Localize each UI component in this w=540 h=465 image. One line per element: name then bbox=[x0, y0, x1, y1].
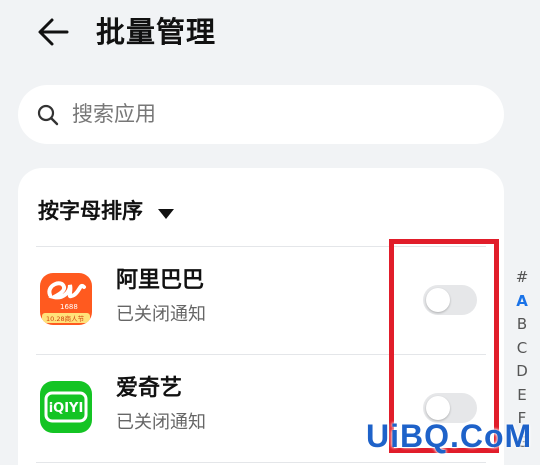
index-item[interactable]: B bbox=[509, 313, 535, 337]
index-item[interactable]: D bbox=[509, 360, 535, 384]
search-placeholder: 搜索应用 bbox=[72, 102, 156, 126]
index-item[interactable]: C bbox=[509, 337, 535, 361]
divider bbox=[36, 462, 486, 463]
app-status: 已关闭通知 bbox=[116, 304, 206, 325]
back-arrow-icon[interactable] bbox=[36, 14, 72, 50]
alibaba-icon-text-bottom: 10.28商人节 bbox=[46, 314, 85, 323]
app-name: 阿里巴巴 bbox=[116, 268, 205, 293]
watermark: UiBQ.CoM bbox=[366, 418, 533, 454]
app-status: 已关闭通知 bbox=[116, 412, 206, 433]
iqiyi-icon: iQIYI bbox=[40, 381, 92, 433]
page-title: 批量管理 bbox=[96, 15, 217, 49]
caret-down-icon bbox=[158, 208, 175, 219]
index-item[interactable]: E bbox=[509, 384, 535, 408]
alibaba-icon: 1688 10.28商人节 bbox=[40, 273, 92, 325]
search-icon bbox=[37, 104, 59, 126]
iqiyi-icon-text: iQIYI bbox=[49, 401, 84, 416]
index-item-active[interactable]: A bbox=[509, 290, 535, 314]
header: 批量管理 bbox=[0, 0, 540, 68]
sort-label: 按字母排序 bbox=[38, 199, 143, 223]
search-input[interactable]: 搜索应用 bbox=[18, 85, 504, 144]
app-name: 爱奇艺 bbox=[116, 376, 183, 401]
index-item[interactable]: # bbox=[509, 266, 535, 290]
batch-manage-screen: 批量管理 搜索应用 按字母排序 1688 10.28商人节 阿里巴巴 已关闭通知… bbox=[0, 0, 540, 465]
alibaba-icon-text-top: 1688 bbox=[60, 303, 78, 311]
sort-dropdown[interactable]: 按字母排序 bbox=[38, 193, 175, 229]
